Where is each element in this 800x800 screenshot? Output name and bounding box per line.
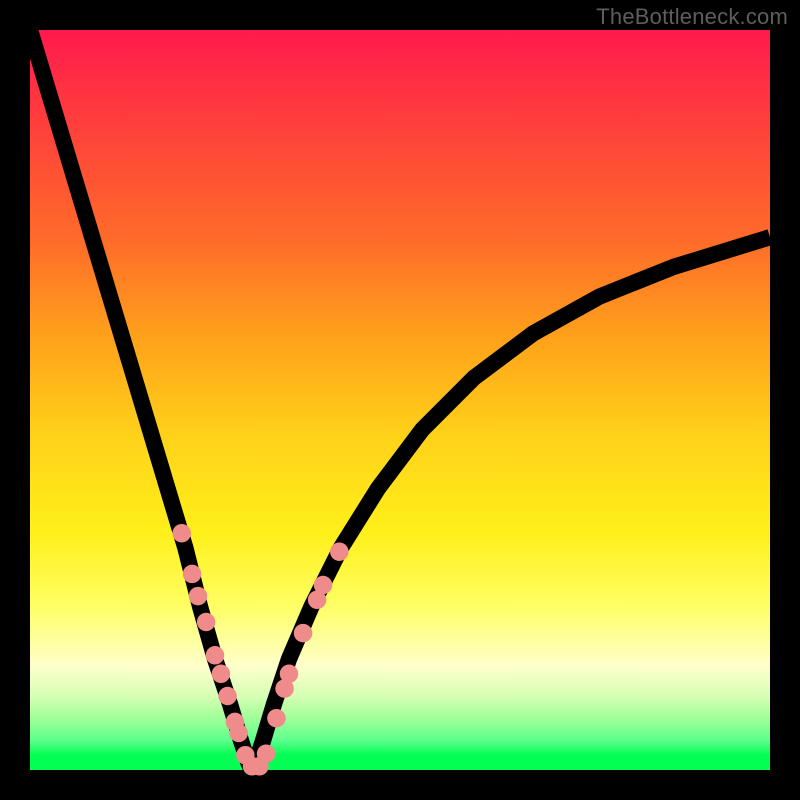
bead	[330, 542, 349, 561]
bead	[280, 665, 299, 684]
bead	[212, 665, 231, 684]
watermark-text: TheBottleneck.com	[596, 4, 788, 30]
bead	[206, 646, 225, 665]
bead	[183, 565, 202, 584]
bead	[172, 524, 191, 543]
bead	[314, 576, 333, 595]
bead	[229, 724, 248, 743]
chart-overlay-svg	[30, 30, 770, 770]
bead	[294, 624, 313, 643]
bead	[197, 613, 216, 632]
bottleneck-curve	[30, 30, 770, 770]
bead	[189, 587, 208, 606]
chart-frame: TheBottleneck.com	[0, 0, 800, 800]
bead	[257, 744, 276, 763]
bead	[267, 709, 286, 728]
bead	[218, 687, 237, 706]
